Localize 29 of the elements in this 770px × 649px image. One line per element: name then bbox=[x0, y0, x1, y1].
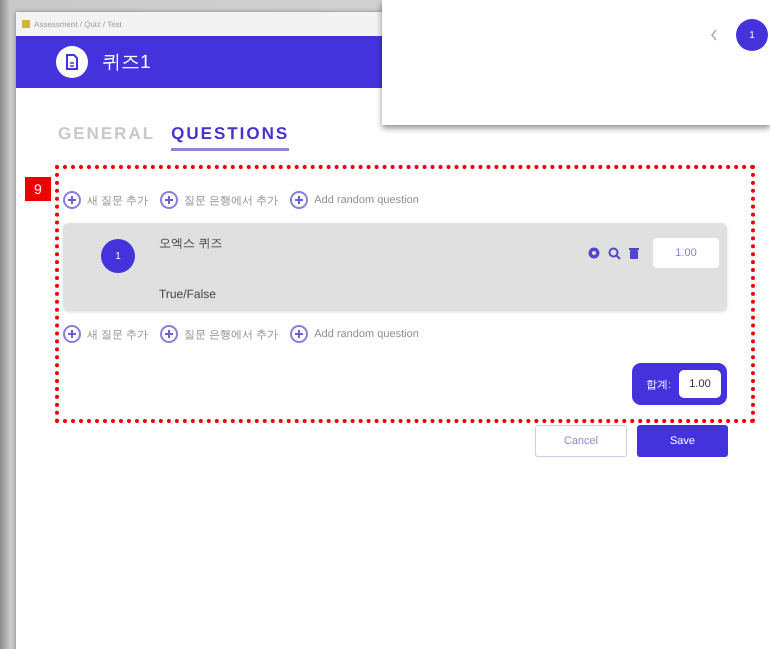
add-circle-icon bbox=[290, 191, 308, 209]
app-icon bbox=[22, 20, 30, 28]
question-title: 오엑스 퀴즈 bbox=[159, 235, 224, 252]
page-button[interactable]: 1 bbox=[736, 19, 768, 51]
add-question-button[interactable]: 질문 은행에서 추가 bbox=[160, 191, 278, 209]
question-type: True/False bbox=[159, 287, 217, 301]
add-circle-icon bbox=[63, 191, 81, 209]
total-field[interactable]: 1.00 bbox=[679, 370, 721, 398]
add-circle-icon bbox=[160, 325, 178, 343]
annotation-number: 9 bbox=[25, 177, 51, 201]
search-icon[interactable] bbox=[608, 246, 621, 260]
add-question-button[interactable]: 새 질문 추가 bbox=[63, 325, 148, 343]
add-question-button[interactable]: Add random question bbox=[290, 325, 419, 343]
tab[interactable]: QUESTIONS bbox=[171, 124, 290, 151]
cancel-button[interactable]: Cancel bbox=[535, 425, 627, 457]
quiz-title: 퀴즈1 bbox=[102, 51, 151, 75]
trash-icon[interactable] bbox=[629, 247, 639, 259]
add-question-button[interactable]: 질문 은행에서 추가 bbox=[160, 325, 278, 343]
add-circle-icon bbox=[63, 325, 81, 343]
breadcrumb-text: Assessment / Quiz / Test bbox=[34, 20, 122, 28]
total-label: 합계: bbox=[646, 378, 671, 392]
question-number: 1 bbox=[101, 239, 135, 273]
add-question-button[interactable]: 새 질문 추가 bbox=[63, 191, 148, 209]
score-field[interactable]: 1.00 bbox=[653, 238, 719, 268]
add-question-button[interactable]: Add random question bbox=[290, 191, 419, 209]
add-circle-icon bbox=[290, 325, 308, 343]
save-button[interactable]: Save bbox=[637, 425, 728, 457]
add-circle-icon bbox=[160, 191, 178, 209]
document-icon bbox=[56, 46, 88, 78]
